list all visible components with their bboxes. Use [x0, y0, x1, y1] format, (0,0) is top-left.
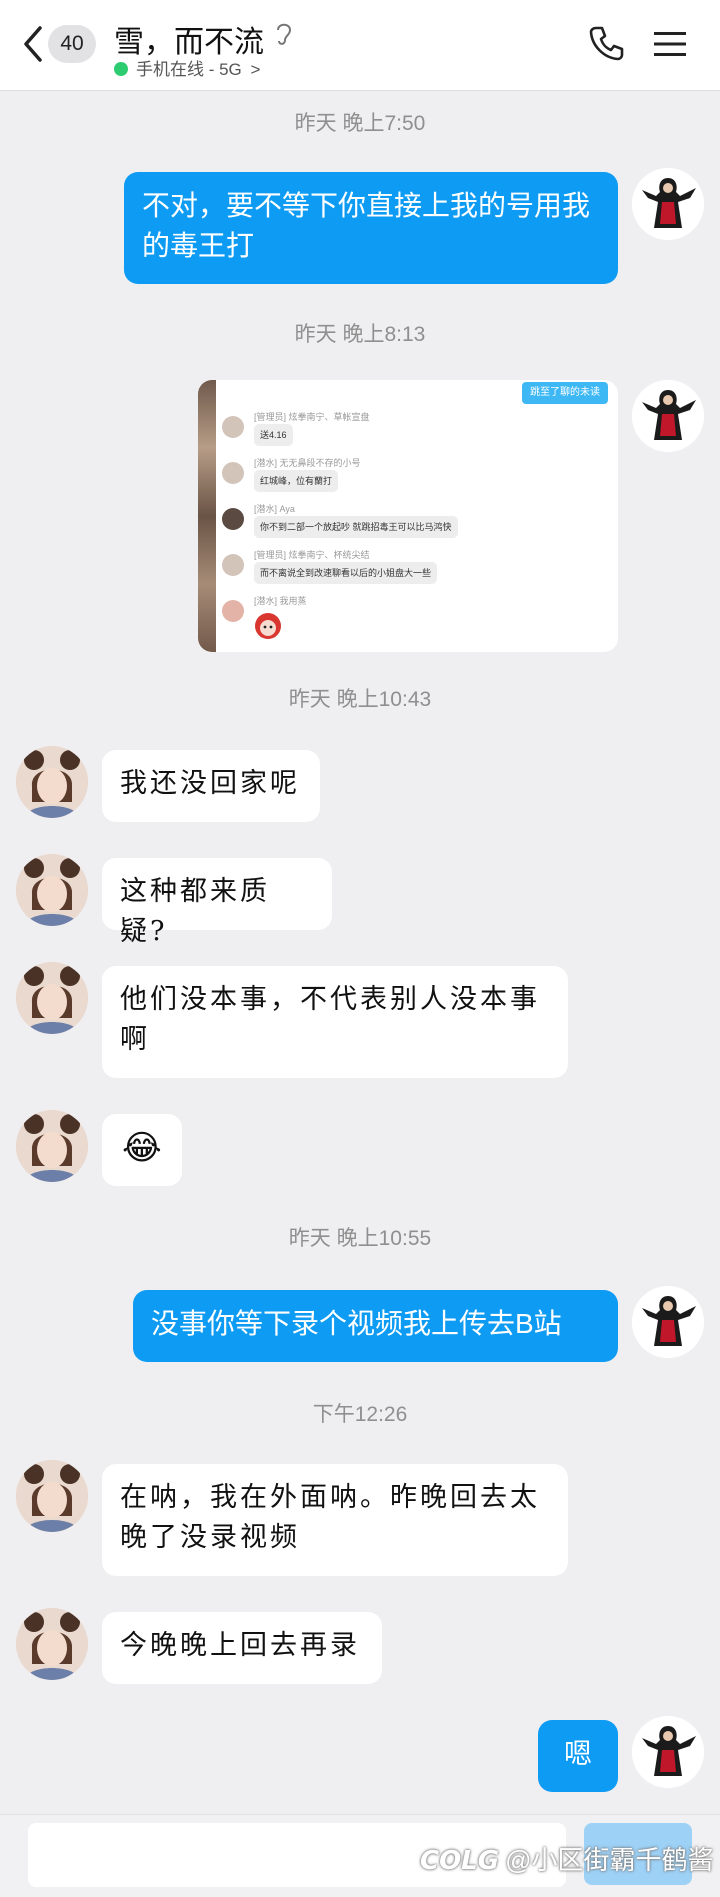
online-dot-icon: [114, 62, 128, 76]
image-chat-row: [潜水] 无无鼻段不存的小号 红城峰，位有蘭打: [222, 456, 602, 496]
image-chat-row: [潜水] 我用蒸: [222, 594, 602, 639]
girl-avatar-icon: [16, 1460, 88, 1532]
my-avatar[interactable]: [632, 1286, 704, 1358]
character-avatar-icon: [632, 168, 704, 240]
contact-avatar[interactable]: [16, 854, 88, 926]
mini-avatar: [222, 462, 244, 484]
sticker-icon: [255, 613, 281, 639]
phone-icon[interactable]: [588, 24, 626, 62]
mini-message: 红城峰，位有蘭打: [254, 470, 339, 492]
girl-avatar-icon: [16, 1608, 88, 1680]
image-edge-strip: [198, 380, 216, 652]
contact-avatar[interactable]: [16, 746, 88, 818]
character-avatar-icon: [632, 1716, 704, 1788]
mini-message: 送4.16: [254, 424, 293, 446]
mini-name: [管理员] 炫拳南宁、杯统尖结: [254, 550, 370, 560]
message-bubble-incoming[interactable]: 这种都来质疑?: [102, 858, 332, 947]
mini-avatar: [222, 554, 244, 576]
image-chat-row: [潜水] Aya 你不到二部一个放起吵 就跳招毒王可以比马鸿快: [222, 502, 602, 542]
character-avatar-icon: [632, 1286, 704, 1358]
laughing-tears-emoji-icon: 😂: [122, 1128, 162, 1168]
girl-avatar-icon: [16, 1110, 88, 1182]
back-arrow-icon[interactable]: [20, 24, 46, 64]
my-avatar[interactable]: [632, 1716, 704, 1788]
girl-avatar-icon: [16, 746, 88, 818]
mini-avatar: [222, 600, 244, 622]
girl-avatar-icon: [16, 854, 88, 926]
online-status[interactable]: 手机在线 - 5G >: [114, 55, 260, 80]
message-bubble-incoming[interactable]: 他们没本事，不代表别人没本事啊: [102, 966, 568, 1078]
message-bubble-outgoing[interactable]: 嗯: [538, 1720, 618, 1792]
character-avatar-icon: [632, 380, 704, 452]
mini-name: [潜水] 我用蒸: [254, 596, 307, 606]
image-tag: 跳至了聊的未读: [522, 382, 608, 404]
image-chat-row: [管理员] 炫拳南宁、草帐宣盘 送4.16: [222, 410, 602, 450]
chevron-right-icon: >: [250, 60, 261, 79]
timestamp: 昨天 晚上7:50: [294, 112, 426, 135]
image-message[interactable]: 跳至了聊的未读 [管理员] 炫拳南宁、草帐宣盘 送4.16 [潜水] 无无鼻段不…: [198, 380, 618, 652]
message-bubble-incoming[interactable]: 今晚晚上回去再录: [102, 1612, 382, 1684]
message-bubble-outgoing[interactable]: 没事你等下录个视频我上传去B站: [133, 1290, 618, 1362]
timestamp: 昨天 晚上10:55: [288, 1227, 432, 1250]
message-bubble-outgoing[interactable]: 不对，要不等下你直接上我的号用我的毒王打: [124, 172, 618, 284]
emoji-message-bubble[interactable]: 😂: [102, 1114, 182, 1186]
mini-message: 而不离说全到改速聊看以后的小姐盘大一些: [254, 562, 438, 584]
mini-name: [潜水] Aya: [254, 504, 295, 514]
message-bubble-incoming[interactable]: 我还没回家呢: [102, 750, 320, 822]
girl-avatar-icon: [16, 962, 88, 1034]
online-status-text: 手机在线 - 5G: [136, 60, 242, 79]
unread-count-badge[interactable]: 40: [48, 25, 96, 63]
contact-avatar[interactable]: [16, 962, 88, 1034]
timestamp: 下午12:26: [312, 1403, 408, 1426]
contact-avatar[interactable]: [16, 1110, 88, 1182]
my-avatar[interactable]: [632, 380, 704, 452]
menu-icon[interactable]: [654, 30, 686, 58]
message-bubble-incoming[interactable]: 在呐，我在外面呐。昨晚回去太晚了没录视频: [102, 1464, 568, 1576]
contact-avatar[interactable]: [16, 1460, 88, 1532]
watermark-text: @小区街霸千鹤酱: [505, 1845, 714, 1875]
image-chat-row: [管理员] 炫拳南宁、杯统尖结 而不离说全到改速聊看以后的小姐盘大一些: [222, 548, 602, 588]
my-avatar[interactable]: [632, 168, 704, 240]
mini-name: [潜水] 无无鼻段不存的小号: [254, 458, 361, 468]
mini-name: [管理员] 炫拳南宁、草帐宣盘: [254, 412, 370, 422]
timestamp: 昨天 晚上8:13: [294, 323, 426, 346]
ear-icon: [277, 23, 292, 45]
mini-message: 你不到二部一个放起吵 就跳招毒王可以比马鸿快: [254, 516, 458, 538]
timestamp: 昨天 晚上10:43: [288, 688, 432, 711]
watermark-logo: COLG: [420, 1846, 500, 1876]
mini-avatar: [222, 416, 244, 438]
watermark: COLG @小区街霸千鹤酱: [420, 1840, 714, 1877]
mini-avatar: [222, 508, 244, 530]
chat-header: 40 雪，而不流 手机在线 - 5G >: [0, 0, 720, 91]
contact-avatar[interactable]: [16, 1608, 88, 1680]
